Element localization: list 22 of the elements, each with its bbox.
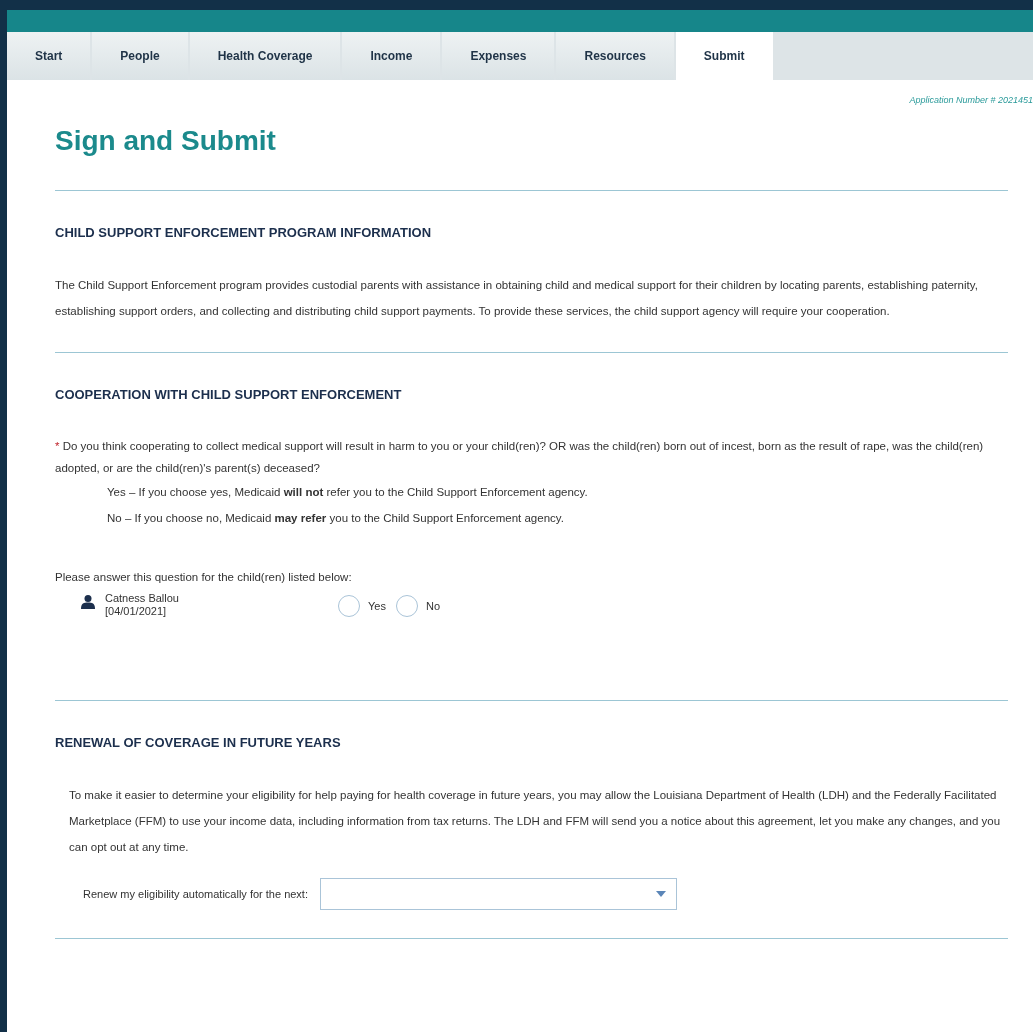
section-heading: COOPERATION WITH CHILD SUPPORT ENFORCEMENT — [55, 386, 403, 404]
radio-label: No — [425, 598, 440, 614]
person-icon — [80, 593, 96, 610]
question-text: * Do you think cooperating to collect medical support will result in harm to you or your child(ren)? OR was the child(ren) born out of incest, born as the result of rape, was the child(ren) adopted, or are the child(ren)'s parent(s) deceased? — [55, 438, 985, 476]
radio-button[interactable] — [395, 594, 418, 617]
section-heading: CHILD SUPPORT ENFORCEMENT PROGRAM INFORMATION — [55, 223, 433, 242]
paragraph-text: To make it easier to determine your eligibility for help paying for health coverage in future years, you may allow the Louisiana Department of Health (LDH) and the Federally Facilitated Marketplace (FFM) to use your income data, including information from tax returns. The LDH and FFM will send you a notice about this agreement, let you make any changes, and you can opt out at any time. — [68, 788, 1002, 856]
birth-date: [04/01/2021] — [105, 604, 168, 618]
page-title: Sign and Submit — [55, 123, 277, 158]
application-number: Application Number # 2021451 — [909, 94, 1033, 107]
radio-label: Yes — [368, 598, 386, 614]
note-text: No – If you choose no, Medicaid may refer you to the Child Support Enforcement agency. — [106, 510, 565, 526]
field-label: Renew my eligibility automatically for the next: — [83, 887, 308, 902]
tab[interactable]: Submit — [675, 32, 773, 80]
caret-icon — [656, 891, 666, 898]
dropdown-field[interactable] — [320, 878, 677, 911]
prompt-text: Please answer this question for the child(ren) listed below: — [55, 569, 353, 585]
section-heading: RENEWAL OF COVERAGE IN FUTURE YEARS — [55, 733, 342, 752]
radio-button[interactable] — [338, 594, 360, 617]
note-text: Yes – If you choose yes, Medicaid will not refer you to the Child Support Enforcement agency. — [106, 484, 589, 500]
child-name: Catness Ballou — [105, 591, 180, 605]
paragraph-text: The Child Support Enforcement program provides custodial parents with assistance in obtaining child and medical support for their children by locating parents, establishing paternity, establishing support orders, and collecting and distributing child support payments. To provide these services, the child support agency will require your cooperation. — [55, 278, 979, 319]
